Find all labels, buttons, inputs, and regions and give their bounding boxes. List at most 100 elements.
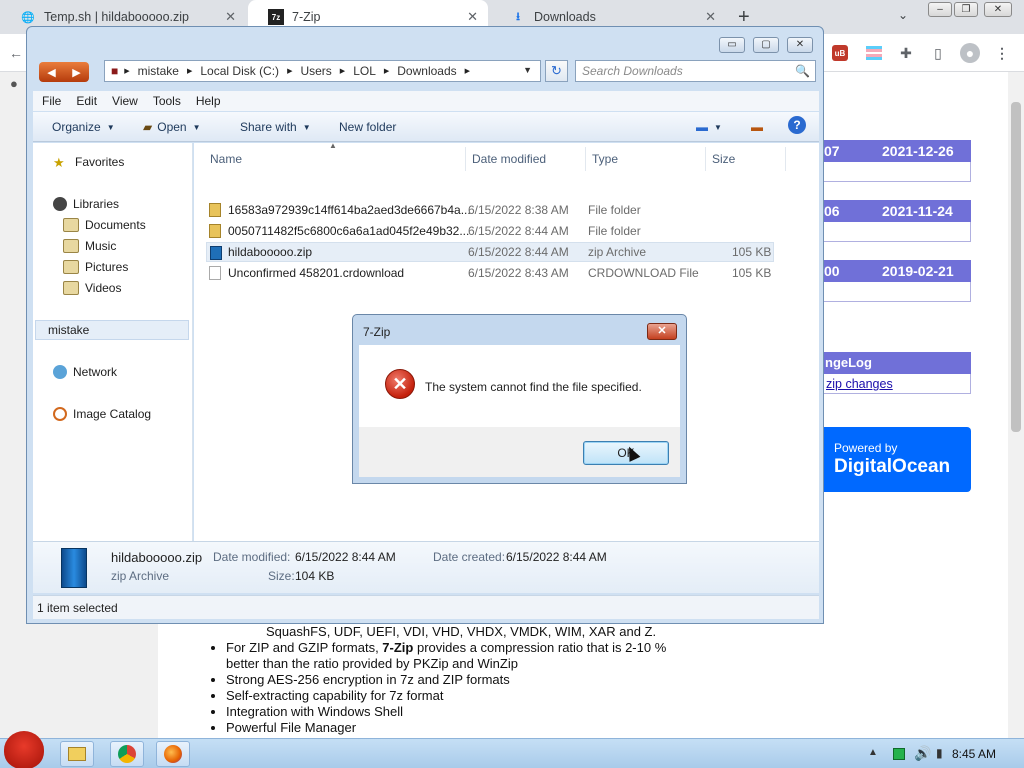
navigation-pane: ★ Favorites Libraries Documents Music Pic… bbox=[33, 143, 193, 541]
folder-icon bbox=[68, 747, 86, 761]
tray-clock[interactable]: 8:45 AM bbox=[952, 747, 996, 761]
taskbar-firefox-button[interactable] bbox=[156, 741, 190, 767]
menu-bar: File Edit View Tools Help bbox=[33, 91, 819, 111]
browser-minimize-button[interactable]: ‒ bbox=[928, 2, 952, 17]
nav-network[interactable]: Network bbox=[53, 365, 117, 379]
ublock-icon[interactable]: uB bbox=[832, 45, 848, 61]
menu-view[interactable]: View bbox=[112, 94, 138, 108]
nav-music[interactable]: Music bbox=[63, 239, 116, 253]
browser-close-button[interactable]: ✕ bbox=[984, 2, 1012, 17]
nav-documents[interactable]: Documents bbox=[63, 218, 146, 232]
file-row[interactable]: Unconfirmed 458201.crdownload 6/15/2022 … bbox=[206, 263, 774, 283]
extension-flag-icon[interactable] bbox=[864, 43, 884, 63]
version-date: 2021-11-24 bbox=[882, 203, 953, 219]
file-name: hildabooooo.zip bbox=[228, 245, 313, 259]
menu-help[interactable]: Help bbox=[196, 94, 221, 108]
explorer-close-button[interactable]: ✕ bbox=[787, 37, 813, 53]
file-date: 6/15/2022 8:44 AM bbox=[468, 224, 569, 238]
star-icon: ★ bbox=[53, 155, 65, 170]
side-panel-icon[interactable]: ▯ bbox=[928, 43, 948, 63]
documents-icon bbox=[63, 218, 79, 232]
tray-up-arrow-icon[interactable]: ▲ bbox=[868, 747, 878, 758]
changelog-link[interactable]: zip changes bbox=[826, 377, 893, 391]
file-row-selected[interactable]: hildabooooo.zip 6/15/2022 8:44 AM zip Ar… bbox=[206, 242, 774, 262]
dialog-close-button[interactable]: ✕ bbox=[647, 323, 677, 340]
extensions-puzzle-icon[interactable]: ✚ bbox=[896, 43, 916, 63]
start-button-angry-bird-icon[interactable] bbox=[4, 731, 44, 768]
tray-battery-icon[interactable] bbox=[893, 748, 905, 760]
new-folder-button[interactable]: New folder bbox=[339, 120, 396, 134]
file-row[interactable]: 16583a972939c14ff614ba2aed3de6667b4a... … bbox=[206, 200, 774, 220]
details-modified-value: 6/15/2022 8:44 AM bbox=[295, 550, 396, 564]
sponsor-line1: Powered by bbox=[834, 441, 898, 455]
nav-videos[interactable]: Videos bbox=[63, 281, 121, 295]
taskbar-explorer-button[interactable] bbox=[60, 741, 94, 767]
column-name[interactable]: Name bbox=[204, 147, 466, 171]
help-icon[interactable]: ? bbox=[788, 116, 806, 134]
dialog-body: ✕ The system cannot find the file specif… bbox=[359, 345, 680, 427]
back-icon[interactable]: ← bbox=[6, 43, 26, 63]
search-icon[interactable]: 🔍 bbox=[795, 61, 810, 81]
page-scrollbar[interactable] bbox=[1008, 72, 1024, 738]
videos-icon bbox=[63, 281, 79, 295]
nav-favorites[interactable]: ★ Favorites bbox=[53, 155, 124, 170]
close-tab-icon[interactable]: ✕ bbox=[705, 9, 716, 25]
error-icon: ✕ bbox=[385, 369, 415, 399]
profile-avatar-icon[interactable]: ● bbox=[960, 43, 980, 63]
organize-button[interactable]: Organize ▼ bbox=[52, 120, 115, 134]
address-bar[interactable]: ■ ▶ mistake ▶ Local Disk (C:) ▶ Users ▶ … bbox=[104, 60, 541, 82]
version-date: 2021-12-26 bbox=[882, 143, 954, 159]
download-icon: ⭳ bbox=[516, 10, 520, 23]
file-row[interactable]: 0050711482f5c6800c6a6a1ad045f2e49b32... … bbox=[206, 221, 774, 241]
chevron-down-icon: ▼ bbox=[302, 122, 311, 132]
feature-item: Strong AES-256 encryption in 7z and ZIP … bbox=[226, 672, 666, 688]
menu-kebab-icon[interactable]: ⋮ bbox=[992, 43, 1012, 63]
view-options-button[interactable]: ▬ ▼ bbox=[696, 120, 722, 134]
details-pane: hildabooooo.zip zip Archive Date modifie… bbox=[33, 541, 819, 593]
file-date: 6/15/2022 8:44 AM bbox=[468, 245, 569, 259]
scrollbar-thumb[interactable] bbox=[1011, 102, 1021, 432]
menu-file[interactable]: File bbox=[42, 94, 61, 108]
breadcrumb-item[interactable]: Downloads bbox=[397, 64, 456, 78]
address-dropdown-icon[interactable]: ▼ bbox=[523, 65, 532, 75]
back-forward-buttons[interactable]: ◀ ▶ bbox=[39, 62, 89, 82]
chevron-down-icon: ▼ bbox=[106, 122, 115, 132]
close-tab-icon[interactable]: ✕ bbox=[225, 9, 236, 25]
file-size: 105 KB bbox=[732, 245, 772, 259]
nav-libraries[interactable]: Libraries bbox=[53, 197, 119, 211]
menu-edit[interactable]: Edit bbox=[76, 94, 97, 108]
forward-arrow-icon[interactable]: ▶ bbox=[72, 66, 80, 79]
explorer-minimize-button[interactable]: ▭ bbox=[719, 37, 745, 53]
breadcrumb-item[interactable]: Local Disk (C:) bbox=[200, 64, 279, 78]
open-button[interactable]: ▰ Open ▼ bbox=[143, 120, 201, 134]
breadcrumb-item[interactable]: mistake bbox=[138, 64, 179, 78]
side-icon: ● bbox=[10, 76, 18, 91]
breadcrumb-item[interactable]: LOL bbox=[353, 64, 376, 78]
nav-mistake[interactable]: mistake bbox=[35, 320, 189, 340]
search-input[interactable]: Search Downloads 🔍 bbox=[575, 60, 816, 82]
nav-image-catalog[interactable]: Image Catalog bbox=[53, 407, 151, 421]
command-bar: Organize ▼ ▰ Open ▼ Share with ▼ New folder … bbox=[33, 112, 819, 142]
browser-restore-button[interactable]: ❐ bbox=[954, 2, 978, 17]
column-date-modified[interactable]: Date modified bbox=[466, 147, 586, 171]
preview-pane-button[interactable]: ▬ bbox=[751, 120, 763, 134]
back-arrow-icon[interactable]: ◀ bbox=[47, 66, 55, 79]
details-modified-label: Date modified: bbox=[213, 550, 291, 564]
chevron-down-icon: ▼ bbox=[714, 122, 722, 132]
tray-volume-icon[interactable]: 🔊 bbox=[914, 745, 931, 762]
refresh-icon[interactable]: ↻ bbox=[545, 60, 568, 82]
menu-tools[interactable]: Tools bbox=[153, 94, 181, 108]
close-tab-icon[interactable]: ✕ bbox=[467, 9, 478, 25]
nav-pictures[interactable]: Pictures bbox=[63, 260, 128, 274]
image-catalog-icon bbox=[53, 407, 67, 421]
digitalocean-banner[interactable]: Powered by DigitalOcean bbox=[810, 427, 971, 492]
taskbar-chrome-button[interactable] bbox=[110, 741, 144, 767]
column-type[interactable]: Type bbox=[586, 147, 706, 171]
tray-network-icon[interactable]: ▮ bbox=[936, 746, 943, 760]
breadcrumb-item[interactable]: Users bbox=[300, 64, 331, 78]
column-size[interactable]: Size bbox=[706, 147, 786, 171]
feature-item: Self-extracting capability for 7z format bbox=[226, 688, 666, 704]
explorer-maximize-button[interactable]: ▢ bbox=[753, 37, 779, 53]
tab-search-button[interactable]: ⌄ bbox=[898, 8, 908, 22]
share-with-button[interactable]: Share with ▼ bbox=[240, 120, 311, 134]
